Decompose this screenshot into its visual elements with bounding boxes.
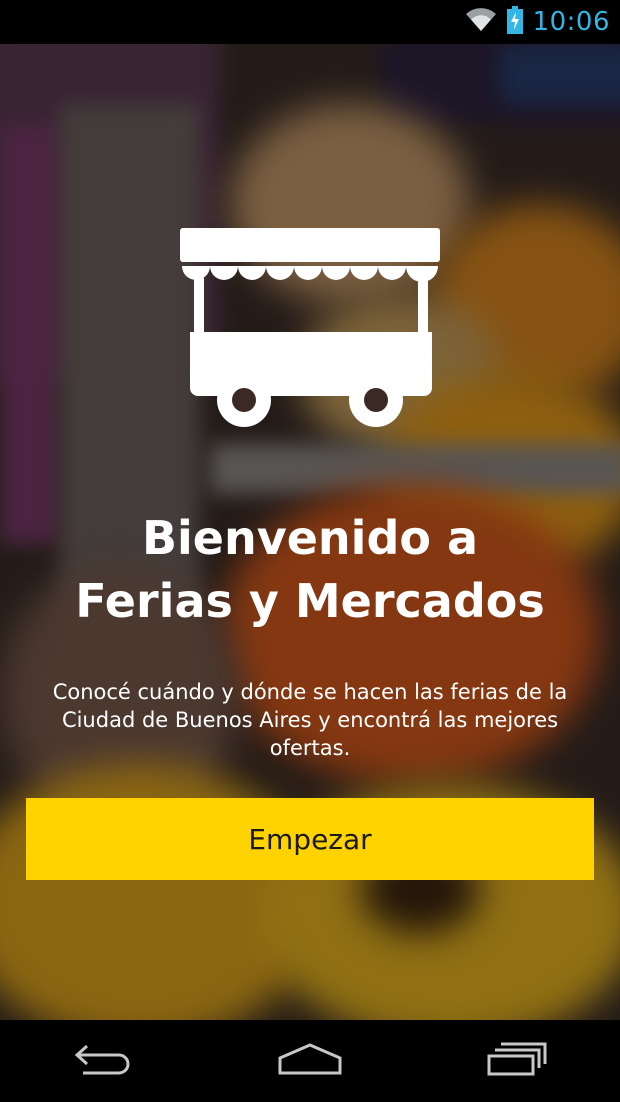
- welcome-description: Conocé cuándo y dónde se hacen las feria…: [52, 680, 568, 760]
- back-button[interactable]: [43, 1020, 163, 1102]
- home-button[interactable]: [250, 1020, 370, 1102]
- recent-apps-button[interactable]: [457, 1020, 577, 1102]
- wifi-icon: [465, 8, 497, 36]
- back-icon: [73, 1042, 133, 1080]
- navigation-bar: [0, 1020, 620, 1102]
- welcome-title-line2: Ferias y Mercados: [75, 574, 545, 628]
- recent-apps-icon: [487, 1042, 547, 1080]
- start-button[interactable]: Empezar: [26, 798, 594, 880]
- welcome-content: Bienvenido a Ferias y Mercados Conocé cu…: [0, 44, 620, 1020]
- home-icon: [278, 1042, 342, 1080]
- welcome-screen: 10:06 Bienvenido a Ferias y Mercados Con…: [0, 0, 620, 1102]
- status-clock: 10:06: [532, 7, 610, 37]
- status-bar: 10:06: [0, 0, 620, 44]
- welcome-title-line1: Bienvenido a: [141, 511, 479, 565]
- battery-charging-icon: [506, 6, 523, 38]
- market-cart-icon: [180, 228, 442, 428]
